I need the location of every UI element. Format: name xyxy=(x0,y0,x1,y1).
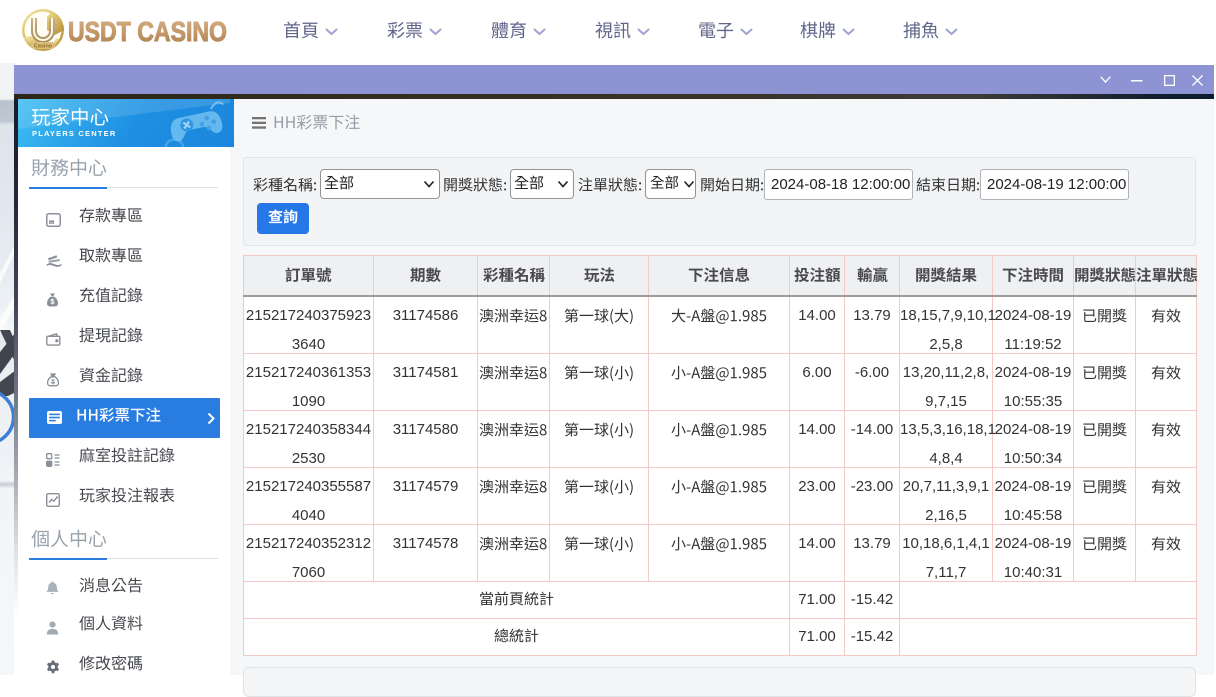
svg-text:Casino: Casino xyxy=(34,44,53,50)
svg-text:USDT CASINO: USDT CASINO xyxy=(68,16,227,47)
